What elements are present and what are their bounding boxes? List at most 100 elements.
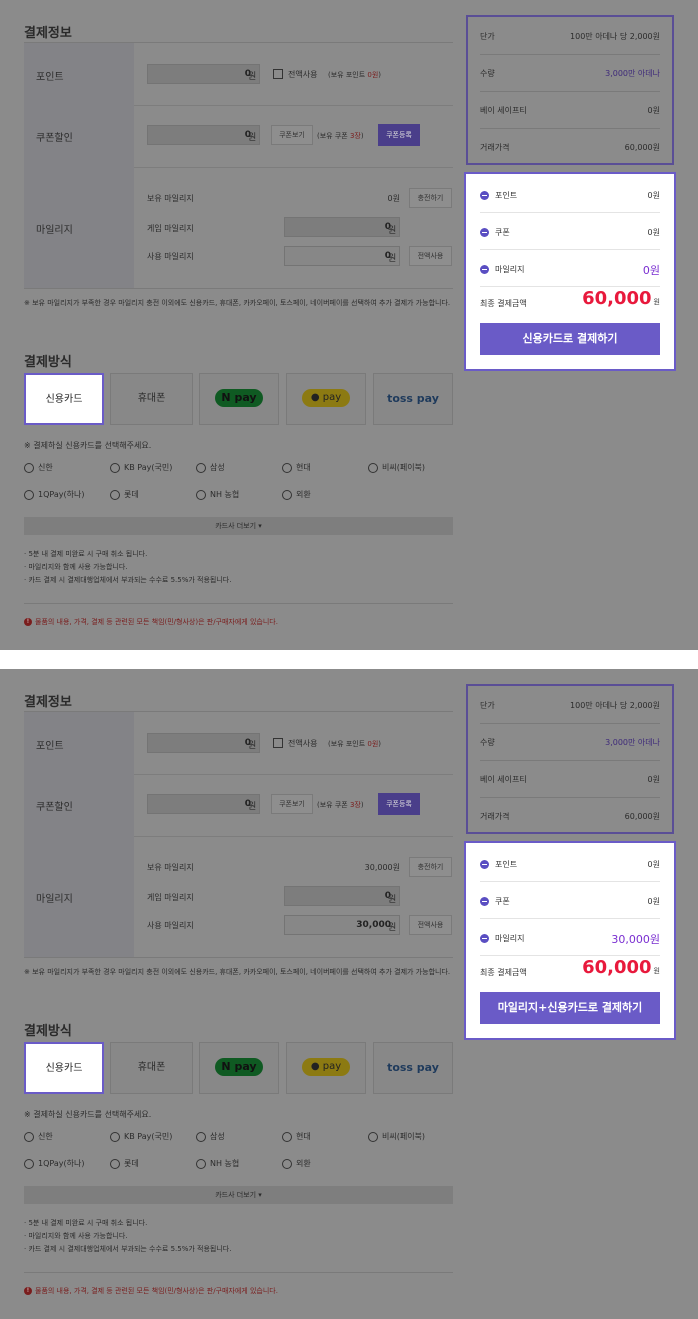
coupon-input[interactable]: 0 (147, 794, 260, 814)
kakao-pay-logo: ● pay (302, 1058, 350, 1076)
method-phone[interactable]: 휴대폰 (110, 1042, 193, 1094)
quantity-label: 수량 (480, 738, 495, 747)
card-option-label: 신한 (38, 463, 53, 472)
more-cards-button[interactable]: 카드사 더보기 ▾ (24, 517, 453, 535)
card-option-label: 외환 (296, 1159, 311, 1168)
point-input[interactable]: 0 (147, 733, 260, 753)
method-phone[interactable]: 휴대폰 (110, 373, 193, 425)
card-option-bc[interactable]: 비씨(페이북) (368, 1131, 425, 1142)
naver-pay-text: pay (234, 1060, 257, 1073)
card-option-nh[interactable]: NH 농협 (196, 489, 239, 500)
card-option-hyundai[interactable]: 현대 (282, 462, 311, 473)
card-option-bc[interactable]: 비씨(페이북) (368, 462, 425, 473)
card-option-hana[interactable]: 1QPay(하나) (24, 1158, 84, 1169)
radio-icon (196, 1158, 206, 1169)
use-all-point-checkbox[interactable] (273, 69, 283, 79)
payment-method-title: 결제방식 (24, 1024, 72, 1039)
method-kakao-pay[interactable]: ● pay (286, 373, 366, 425)
discount-coupon-row: 쿠폰 0원 (480, 882, 660, 919)
card-option-hyundai[interactable]: 현대 (282, 1131, 311, 1142)
card-option-kb[interactable]: KB Pay(국민) (110, 462, 172, 473)
card-option-label: 현대 (296, 1132, 311, 1141)
coupon-register-button[interactable]: 쿠폰등록 (378, 793, 420, 815)
point-input[interactable]: 0 (147, 64, 260, 84)
notice-item: · 카드 결제 시 결제대행업체에서 부과되는 수수료 5.5%가 적용됩니다. (24, 1245, 232, 1253)
game-mileage-field: 0 (284, 217, 400, 237)
coupon-view-button[interactable]: 쿠폰보기 (271, 794, 313, 814)
use-all-mileage-button[interactable]: 전액사용 (409, 246, 452, 266)
use-all-mileage-button[interactable]: 전액사용 (409, 915, 452, 935)
point-label-cell: 포인트 (24, 43, 134, 105)
coupon-register-button[interactable]: 쿠폰등록 (378, 124, 420, 146)
charge-mileage-button[interactable]: 충전하기 (409, 857, 452, 877)
method-toss-pay[interactable]: toss pay (373, 373, 453, 425)
naver-pay-logo: N pay (215, 389, 263, 407)
alert-icon: ! (24, 618, 32, 626)
use-all-point-checkbox[interactable] (273, 738, 283, 748)
liability-warning-text: 물품의 내용, 가격, 결제 등 관련된 모든 책임(민/형사상)은 판/구매자… (35, 618, 278, 626)
card-option-lotte[interactable]: 롯데 (110, 1158, 139, 1169)
coupon-view-button[interactable]: 쿠폰보기 (271, 125, 313, 145)
coupon-input[interactable]: 0 (147, 125, 260, 145)
owned-coupon-prefix: (보유 쿠폰 (317, 132, 350, 140)
pay-button[interactable]: 신용카드로 결제하기 (480, 323, 660, 355)
card-option-shinhan[interactable]: 신한 (24, 462, 53, 473)
payment-method-title: 결제방식 (24, 355, 72, 370)
card-option-label: KB Pay(국민) (124, 1132, 173, 1141)
radio-icon (110, 489, 120, 500)
final-amount-value: 60,000 원 (582, 957, 660, 978)
point-row: 포인트 0 원 전액사용 (보유 포인트 0원) (24, 712, 453, 775)
radio-icon (24, 462, 34, 473)
safety-label: 베이 세이프티 (480, 106, 527, 115)
card-option-label: 삼성 (210, 1132, 225, 1141)
card-option-samsung[interactable]: 삼성 (196, 1131, 225, 1142)
method-toss-pay[interactable]: toss pay (373, 1042, 453, 1094)
card-option-lotte[interactable]: 롯데 (110, 489, 139, 500)
quantity-row: 수량 3,000만 아데나 (480, 723, 660, 761)
card-option-label: KB Pay(국민) (124, 463, 173, 472)
more-cards-button[interactable]: 카드사 더보기 ▾ (24, 1186, 453, 1204)
trade-price-value: 60,000원 (624, 143, 660, 152)
minus-circle-icon (480, 191, 489, 200)
card-option-samsung[interactable]: 삼성 (196, 462, 225, 473)
card-options-row-2: 1QPay(하나) 롯데 NH 농협 외환 (24, 489, 454, 503)
owned-point-text: (보유 포인트 0원) (328, 739, 381, 749)
safety-value: 0원 (647, 106, 660, 115)
discount-point-label: 포인트 (495, 191, 518, 200)
kakao-pay-logo: ● pay (302, 389, 350, 407)
card-option-kb[interactable]: KB Pay(국민) (110, 1131, 172, 1142)
naver-pay-n: N (221, 1060, 231, 1073)
card-option-keb[interactable]: 외환 (282, 1158, 311, 1169)
card-option-label: NH 농협 (210, 1159, 240, 1168)
owned-mileage-label: 보유 마일리지 (147, 194, 194, 203)
use-all-point-label: 전액사용 (288, 70, 318, 79)
use-mileage-input[interactable]: 0 (284, 246, 400, 266)
price-summary-box: 단가 100만 아데나 당 2,000원 수량 3,000만 아데나 베이 세이프티… (466, 684, 674, 834)
pay-button[interactable]: 마일리지+신용카드로 결제하기 (480, 992, 660, 1024)
use-mileage-input[interactable]: 30,000 (284, 915, 400, 935)
coupon-label-cell: 쿠폰할인 (24, 774, 134, 836)
method-naver-pay[interactable]: N pay (199, 373, 279, 425)
discount-coupon-value: 0원 (647, 228, 660, 237)
card-option-nh[interactable]: NH 농협 (196, 1158, 239, 1169)
use-mileage-label: 사용 마일리지 (147, 252, 194, 261)
card-option-keb[interactable]: 외환 (282, 489, 311, 500)
minus-circle-icon (480, 265, 489, 274)
discount-point-value: 0원 (647, 860, 660, 869)
method-naver-pay[interactable]: N pay (199, 1042, 279, 1094)
card-option-hana[interactable]: 1QPay(하나) (24, 489, 84, 500)
method-credit-card[interactable]: 신용카드 (24, 373, 104, 425)
method-kakao-pay[interactable]: ● pay (286, 1042, 366, 1094)
method-credit-card[interactable]: 신용카드 (24, 1042, 104, 1094)
charge-mileage-button[interactable]: 충전하기 (409, 188, 452, 208)
card-option-shinhan[interactable]: 신한 (24, 1131, 53, 1142)
trade-price-row: 거래가격 60,000원 (480, 128, 660, 165)
card-select-note: ※ 결제하실 신용카드를 선택해주세요. (24, 441, 152, 450)
naver-pay-text: pay (234, 391, 257, 404)
owned-coupon-text: (보유 쿠폰 3장) (317, 131, 364, 141)
discount-coupon-value: 0원 (647, 897, 660, 906)
radio-icon (24, 1131, 34, 1142)
payment-info-table: 포인트 0 원 전액사용 (보유 포인트 0원) 쿠폰할인 0 원 쿠폰보기 (… (24, 42, 453, 289)
card-option-label: 롯데 (124, 490, 139, 499)
notice-list: · 5분 내 결제 미완료 시 구매 취소 됩니다. · 마일리지와 함께 사용… (24, 548, 231, 587)
